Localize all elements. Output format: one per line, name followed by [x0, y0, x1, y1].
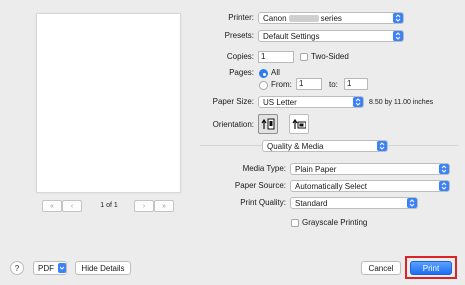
last-page-button[interactable]: » [154, 200, 174, 212]
media-type-popup[interactable]: Plain Paper [290, 163, 450, 175]
section-value: Quality & Media [267, 141, 324, 151]
orientation-label: Orientation: [212, 120, 254, 129]
paper-size-popup[interactable]: US Letter [258, 96, 364, 108]
print-quality-value: Standard [295, 198, 328, 208]
copies-label: Copies: [226, 52, 254, 61]
paper-source-label: Paper Source: [234, 181, 286, 190]
paper-source-popup[interactable]: Automatically Select [290, 180, 450, 192]
help-icon: ? [14, 263, 20, 273]
cancel-button[interactable]: Cancel [361, 261, 401, 275]
chevron-down-icon [58, 263, 66, 273]
presets-label: Presets: [224, 31, 254, 40]
pages-to-label: to: [329, 80, 338, 89]
pages-label: Pages: [229, 68, 254, 77]
pages-to-field[interactable]: 1 [344, 78, 368, 90]
print-preview [36, 13, 181, 193]
previous-page-button[interactable]: ‹ [62, 200, 82, 212]
printer-label: Printer: [228, 13, 254, 22]
hide-details-button[interactable]: Hide Details [75, 261, 131, 275]
chevron-updown-icon [377, 141, 387, 151]
chevron-updown-icon [393, 31, 403, 41]
first-page-button[interactable]: « [42, 200, 62, 212]
pdf-menu-button[interactable]: PDF [33, 261, 67, 275]
copies-field[interactable]: 1 [258, 51, 294, 63]
pages-from-field[interactable]: 1 [296, 78, 322, 90]
page-indicator: 1 of 1 [100, 202, 118, 209]
chevron-updown-icon [439, 181, 449, 191]
printer-name-suffix: series [320, 13, 342, 23]
print-quality-label: Print Quality: [240, 198, 286, 207]
pages-range-radio[interactable] [259, 81, 268, 90]
next-page-button[interactable]: › [134, 200, 154, 212]
section-popup[interactable]: Quality & Media [262, 140, 388, 152]
print-button[interactable]: Print [410, 261, 452, 275]
pages-all-label: All [271, 68, 280, 77]
preview-pager: « ‹ 1 of 1 › » [42, 200, 176, 212]
presets-value: Default Settings [263, 31, 320, 41]
two-sided-checkbox[interactable] [300, 53, 308, 61]
portrait-button[interactable] [258, 114, 278, 134]
presets-popup[interactable]: Default Settings [258, 30, 404, 42]
printer-popup[interactable]: Canon series [258, 12, 404, 24]
chevron-updown-icon [353, 97, 363, 107]
portrait-orientation-icon [261, 118, 275, 130]
print-quality-popup[interactable]: Standard [290, 197, 418, 209]
chevron-updown-icon [407, 198, 417, 208]
grayscale-checkbox[interactable] [291, 219, 299, 227]
help-button[interactable]: ? [10, 261, 24, 275]
pdf-label: PDF [38, 263, 54, 273]
media-type-label: Media Type: [242, 164, 286, 173]
landscape-orientation-icon [292, 118, 306, 129]
paper-size-label: Paper Size: [212, 97, 254, 106]
media-type-value: Plain Paper [295, 164, 337, 174]
paper-size-value: US Letter [263, 97, 297, 107]
paper-dimensions: 8.50 by 11.00 inches [369, 99, 434, 106]
printer-name-prefix: Canon [263, 13, 287, 23]
redacted-model [288, 14, 319, 22]
landscape-button[interactable] [289, 114, 309, 134]
pages-from-label: From: [271, 80, 292, 89]
paper-source-value: Automatically Select [295, 181, 368, 191]
pages-all-radio[interactable] [259, 69, 268, 78]
two-sided-label: Two-Sided [311, 52, 349, 61]
chevron-updown-icon [393, 13, 403, 23]
grayscale-label: Grayscale Printing [302, 218, 368, 227]
chevron-updown-icon [439, 164, 449, 174]
